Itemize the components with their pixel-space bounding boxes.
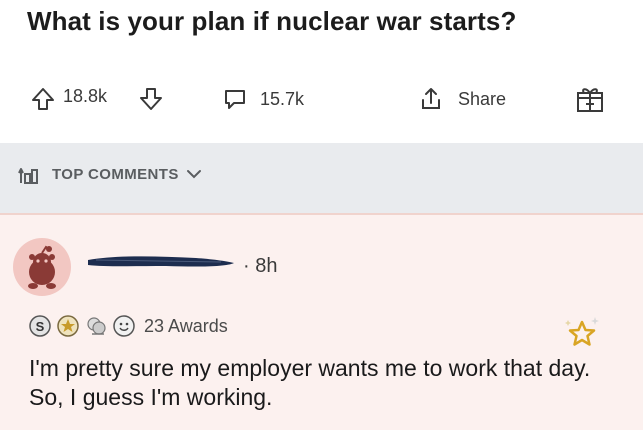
- sort-dropdown[interactable]: TOP COMMENTS: [16, 161, 203, 187]
- share-button[interactable]: Share: [418, 86, 506, 112]
- arrow-down-icon: [140, 88, 162, 110]
- gold-award-icon: [57, 315, 79, 337]
- svg-text:S: S: [36, 319, 45, 334]
- upvote-button[interactable]: [30, 86, 56, 112]
- post-actions-bar: 18.8k 15.7k Share: [0, 76, 643, 126]
- silver-award-icon: S: [29, 315, 51, 337]
- wholesome-award-icon: [87, 317, 106, 335]
- username-redacted[interactable]: [86, 254, 236, 268]
- comment-card: · 8h S 23 Awards I'm pretty sure my empl…: [0, 213, 643, 430]
- snoo-avatar-icon: [28, 245, 56, 289]
- comments-button[interactable]: 15.7k: [222, 86, 304, 112]
- speech-bubble-icon: [225, 90, 245, 109]
- chevron-down-icon: [186, 170, 201, 179]
- star-icon: [565, 317, 599, 346]
- gift-icon: [577, 88, 603, 112]
- give-award-button[interactable]: [575, 84, 605, 114]
- awards-row[interactable]: S 23 Awards: [28, 314, 228, 338]
- avatar[interactable]: [13, 238, 71, 296]
- sort-label: TOP COMMENTS: [52, 165, 179, 183]
- comments-count: 15.7k: [260, 88, 305, 109]
- sort-icon: [18, 168, 38, 184]
- post-title: What is your plan if nuclear war starts?: [27, 6, 517, 36]
- post-card: What is your plan if nuclear war starts?…: [0, 0, 643, 143]
- downvote-button[interactable]: [138, 86, 164, 112]
- award-star-button[interactable]: [560, 313, 604, 358]
- comment-timestamp: · 8h: [243, 255, 278, 277]
- comment-body: I'm pretty sure my employer wants me to …: [29, 355, 591, 410]
- post-score: 18.8k: [63, 86, 108, 106]
- awards-count: 23 Awards: [144, 315, 228, 336]
- share-icon: [422, 88, 440, 109]
- helpful-award-icon: [113, 315, 135, 337]
- share-label: Share: [458, 88, 507, 109]
- arrow-up-icon: [32, 88, 54, 110]
